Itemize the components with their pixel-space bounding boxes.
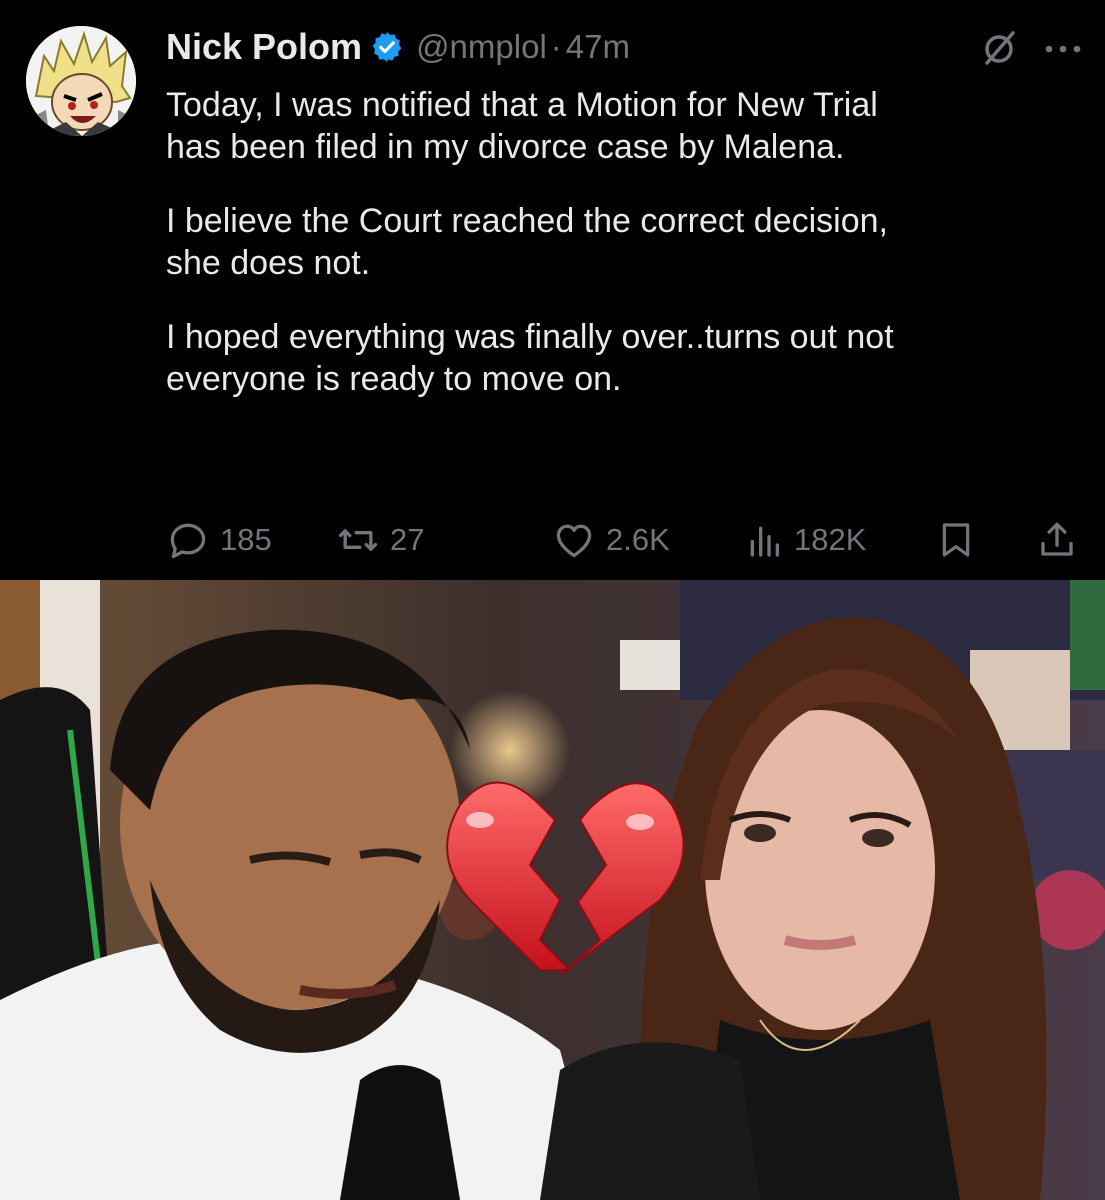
tweet-time[interactable]: 47m xyxy=(566,28,630,66)
author-name[interactable]: Nick Polom xyxy=(166,26,362,68)
reply-icon xyxy=(170,523,206,559)
author-handle[interactable]: @nmplol xyxy=(416,28,547,66)
share-icon xyxy=(1041,522,1073,556)
bookmark-button[interactable] xyxy=(936,518,976,562)
repost-button[interactable]: 27 xyxy=(336,518,424,562)
like-count: 2.6K xyxy=(606,522,670,557)
heart-icon xyxy=(556,524,592,558)
photo-scene xyxy=(0,580,1105,1200)
bookmark-icon xyxy=(942,523,970,557)
views-button[interactable]: 182K xyxy=(744,518,866,562)
header-icons xyxy=(979,28,1083,73)
reply-button[interactable]: 185 xyxy=(166,518,272,562)
tweet-media-photo[interactable] xyxy=(0,580,1105,1200)
verified-badge-icon xyxy=(370,30,404,64)
share-button[interactable] xyxy=(1036,518,1078,562)
avatar[interactable] xyxy=(26,26,136,136)
tweet-actions: 185 27 2.6K 182K xyxy=(164,518,1084,568)
views-count: 182K xyxy=(794,522,867,557)
like-button[interactable]: 2.6K xyxy=(552,518,670,562)
tweet-paragraph-3: I hoped everything was finally over..tur… xyxy=(166,318,894,398)
tweet-text: Today, I was notified that a Motion for … xyxy=(166,84,1076,432)
avatar-image xyxy=(26,26,136,136)
views-icon xyxy=(750,526,779,557)
more-icon[interactable] xyxy=(1043,42,1083,60)
tweet: Nick Polom @nmplol · 47m Today, I was no… xyxy=(0,0,1105,580)
repost-count: 27 xyxy=(390,522,425,557)
repost-icon xyxy=(338,529,378,551)
tweet-paragraph-1: Today, I was notified that a Motion for … xyxy=(166,86,878,166)
tweet-paragraph-2: I believe the Court reached the correct … xyxy=(166,202,888,282)
tweet-header: Nick Polom @nmplol · 47m xyxy=(166,24,630,70)
grok-icon[interactable] xyxy=(979,28,1019,73)
separator-dot: · xyxy=(550,28,562,65)
reply-count: 185 xyxy=(220,522,272,557)
